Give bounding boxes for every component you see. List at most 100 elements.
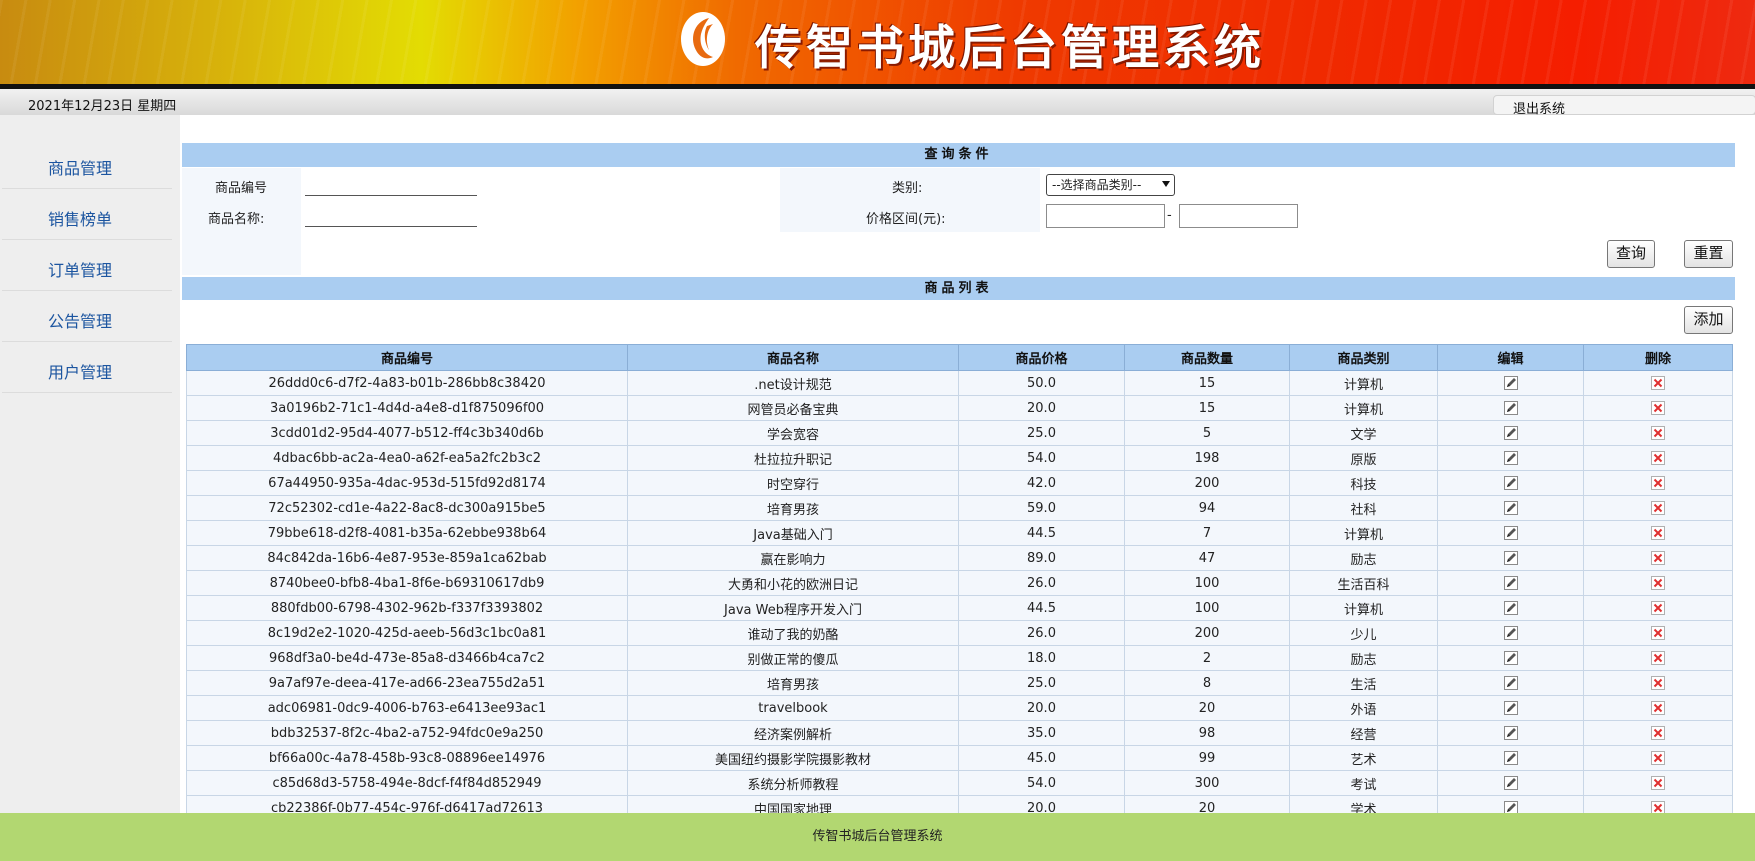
- edit-icon[interactable]: [1503, 675, 1519, 691]
- sidebar-item-label[interactable]: 公告管理: [48, 308, 112, 332]
- edit-icon[interactable]: [1503, 525, 1519, 541]
- cell-delete[interactable]: [1583, 470, 1733, 496]
- cell-edit[interactable]: [1437, 595, 1584, 621]
- search-button[interactable]: 查询: [1607, 240, 1655, 268]
- cell-product-name: 美国纽约摄影学院摄影教材: [627, 745, 959, 771]
- app-title: 传智书城后台管理系统: [755, 21, 1265, 76]
- table-row: adc06981-0dc9-4006-b763-e6413ee93ac1 trav…: [186, 695, 1733, 721]
- cell-edit[interactable]: [1437, 420, 1584, 446]
- cell-edit[interactable]: [1437, 520, 1584, 546]
- cell-delete[interactable]: [1583, 670, 1733, 696]
- cell-delete[interactable]: [1583, 570, 1733, 596]
- delete-icon[interactable]: [1650, 375, 1666, 391]
- edit-icon[interactable]: [1503, 650, 1519, 666]
- cell-product-id: 26ddd0c6-d7f2-4a83-b01b-286bb8c38420: [186, 370, 628, 396]
- delete-icon[interactable]: [1650, 400, 1666, 416]
- delete-icon[interactable]: [1650, 425, 1666, 441]
- sidebar-item-products[interactable]: 商品管理: [2, 138, 172, 189]
- delete-icon[interactable]: [1650, 700, 1666, 716]
- cell-edit[interactable]: [1437, 370, 1584, 396]
- delete-icon[interactable]: [1650, 650, 1666, 666]
- cell-product-price: 45.0: [958, 745, 1125, 771]
- delete-icon[interactable]: [1650, 675, 1666, 691]
- cell-edit[interactable]: [1437, 645, 1584, 671]
- cell-edit[interactable]: [1437, 720, 1584, 746]
- cell-product-category: 经营: [1289, 720, 1438, 746]
- edit-icon[interactable]: [1503, 475, 1519, 491]
- min-price-input[interactable]: [1046, 204, 1165, 228]
- cell-delete[interactable]: [1583, 420, 1733, 446]
- delete-icon[interactable]: [1650, 475, 1666, 491]
- delete-icon[interactable]: [1650, 600, 1666, 616]
- cell-delete[interactable]: [1583, 645, 1733, 671]
- edit-icon[interactable]: [1503, 600, 1519, 616]
- cell-edit[interactable]: [1437, 670, 1584, 696]
- cell-edit[interactable]: [1437, 770, 1584, 796]
- category-select[interactable]: --选择商品类别--: [1046, 174, 1175, 196]
- cell-delete[interactable]: [1583, 495, 1733, 521]
- cell-product-category: 文学: [1289, 420, 1438, 446]
- edit-icon[interactable]: [1503, 400, 1519, 416]
- cell-delete[interactable]: [1583, 620, 1733, 646]
- delete-icon[interactable]: [1650, 575, 1666, 591]
- sidebar-item-orders[interactable]: 订单管理: [2, 240, 172, 291]
- edit-icon[interactable]: [1503, 700, 1519, 716]
- sidebar-item-sales-ranking[interactable]: 销售榜单: [2, 189, 172, 240]
- cell-edit[interactable]: [1437, 395, 1584, 421]
- delete-icon[interactable]: [1650, 500, 1666, 516]
- sidebar-item-label[interactable]: 订单管理: [48, 257, 112, 281]
- delete-icon[interactable]: [1650, 450, 1666, 466]
- delete-icon[interactable]: [1650, 525, 1666, 541]
- cell-edit[interactable]: [1437, 745, 1584, 771]
- edit-icon[interactable]: [1503, 375, 1519, 391]
- sidebar-item-label[interactable]: 用户管理: [48, 359, 112, 383]
- cell-delete[interactable]: [1583, 520, 1733, 546]
- delete-icon[interactable]: [1650, 750, 1666, 766]
- cell-edit[interactable]: [1437, 570, 1584, 596]
- add-product-button[interactable]: 添加: [1684, 306, 1733, 334]
- table-row: 4dbac6bb-ac2a-4ea0-a62f-ea5a2fc2b3c2 杜拉拉升…: [186, 445, 1733, 471]
- cell-product-name: 大勇和小花的欧洲日记: [627, 570, 959, 596]
- cell-delete[interactable]: [1583, 745, 1733, 771]
- edit-icon[interactable]: [1503, 775, 1519, 791]
- edit-icon[interactable]: [1503, 725, 1519, 741]
- cell-product-price: 50.0: [958, 370, 1125, 396]
- logout-label[interactable]: 退出系统: [1513, 98, 1565, 117]
- cell-delete[interactable]: [1583, 545, 1733, 571]
- reset-button[interactable]: 重置: [1684, 240, 1733, 268]
- product-id-input[interactable]: [305, 175, 477, 196]
- edit-icon[interactable]: [1503, 550, 1519, 566]
- cell-delete[interactable]: [1583, 445, 1733, 471]
- delete-icon[interactable]: [1650, 725, 1666, 741]
- logout-button[interactable]: 退出系统: [1493, 95, 1755, 117]
- sidebar-item-notices[interactable]: 公告管理: [2, 291, 172, 342]
- max-price-input[interactable]: [1179, 204, 1298, 228]
- cell-delete[interactable]: [1583, 770, 1733, 796]
- cell-delete[interactable]: [1583, 695, 1733, 721]
- cell-product-quantity: 99: [1124, 745, 1290, 771]
- cell-edit[interactable]: [1437, 470, 1584, 496]
- sidebar-item-label[interactable]: 销售榜单: [48, 206, 112, 230]
- cell-delete[interactable]: [1583, 720, 1733, 746]
- edit-icon[interactable]: [1503, 450, 1519, 466]
- cell-edit[interactable]: [1437, 695, 1584, 721]
- edit-icon[interactable]: [1503, 575, 1519, 591]
- cell-delete[interactable]: [1583, 370, 1733, 396]
- cell-edit[interactable]: [1437, 620, 1584, 646]
- cell-edit[interactable]: [1437, 495, 1584, 521]
- cell-product-id: 67a44950-935a-4dac-953d-515fd92d8174: [186, 470, 628, 496]
- edit-icon[interactable]: [1503, 625, 1519, 641]
- edit-icon[interactable]: [1503, 500, 1519, 516]
- cell-edit[interactable]: [1437, 545, 1584, 571]
- product-name-input[interactable]: [305, 206, 477, 227]
- cell-delete[interactable]: [1583, 395, 1733, 421]
- edit-icon[interactable]: [1503, 750, 1519, 766]
- delete-icon[interactable]: [1650, 550, 1666, 566]
- edit-icon[interactable]: [1503, 425, 1519, 441]
- delete-icon[interactable]: [1650, 625, 1666, 641]
- delete-icon[interactable]: [1650, 775, 1666, 791]
- sidebar-item-label[interactable]: 商品管理: [48, 155, 112, 179]
- cell-edit[interactable]: [1437, 445, 1584, 471]
- cell-delete[interactable]: [1583, 595, 1733, 621]
- sidebar-item-users[interactable]: 用户管理: [2, 342, 172, 393]
